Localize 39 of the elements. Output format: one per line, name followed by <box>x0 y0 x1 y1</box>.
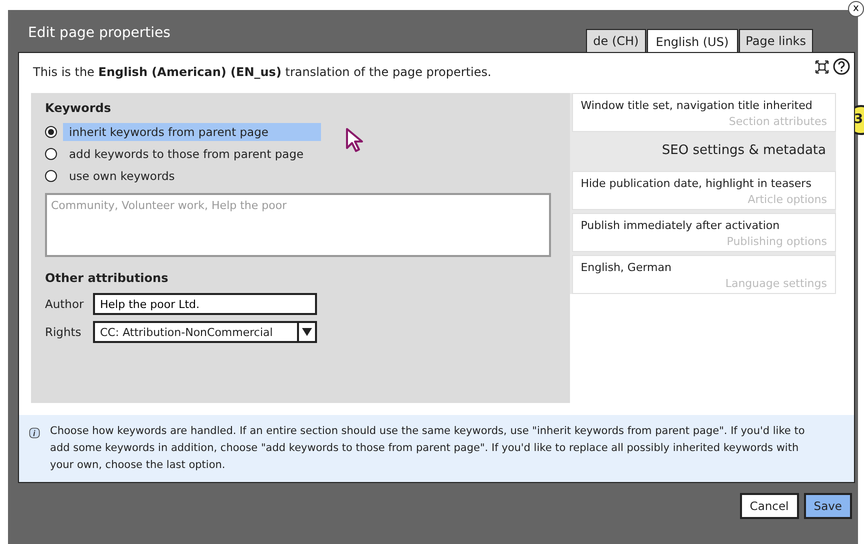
section-summary: Hide publication date, highlight in teasers <box>580 177 812 190</box>
radio-button[interactable] <box>45 126 57 138</box>
field-label: Rights <box>45 325 82 339</box>
cursor-icon <box>345 127 363 153</box>
help-icon[interactable] <box>833 58 850 75</box>
keywords-field[interactable]: Community, Volunteer work, Help the poor <box>45 193 551 257</box>
section-card[interactable]: Hide publication date, highlight in teasers Article options <box>572 171 836 210</box>
section-summary: Window title set, navigation title inherited <box>580 99 814 112</box>
tab[interactable]: Page links <box>738 29 813 52</box>
section-header: SEO settings & metadata <box>660 142 827 160</box>
section-card[interactable]: Publish immediately after activation Publishing options <box>572 213 836 252</box>
radio-button[interactable] <box>45 148 57 160</box>
section-title: Section attributes <box>728 115 827 128</box>
section-summary: Publish immediately after activation <box>580 219 781 232</box>
intro-text: This is the English (American) (EN_us) translation of the page properties. <box>32 64 492 81</box>
field-label: Author <box>45 297 85 311</box>
section-heading: Other attributions <box>45 271 170 285</box>
radio-label[interactable]: add keywords to those from parent page <box>63 145 321 163</box>
radio-label[interactable]: inherit keywords from parent page <box>63 123 321 141</box>
dialog-button[interactable]: Save <box>804 493 852 519</box>
tab[interactable]: de (CH) <box>586 29 646 52</box>
tab[interactable]: English (US) <box>646 29 738 52</box>
section-card[interactable]: Window title set, navigation title inherited Section attributes <box>572 93 836 132</box>
section-card[interactable]: English, German Language settings <box>572 255 836 294</box>
close-button[interactable]: x <box>848 1 864 17</box>
radio-label[interactable]: use own keywords <box>63 167 321 185</box>
expand-icon[interactable] <box>815 60 829 74</box>
section-title: Article options <box>746 193 827 206</box>
section-title: Publishing options <box>726 235 827 248</box>
section-heading: Keywords <box>45 101 112 115</box>
dialog-button[interactable]: Cancel <box>740 493 799 519</box>
section-title: Language settings <box>724 277 827 290</box>
caret-icon <box>302 328 312 336</box>
radio-button[interactable] <box>45 170 57 182</box>
rights-dropdown[interactable]: CC: Attribution-NonCommercial <box>93 321 317 343</box>
section-summary: English, German <box>580 261 672 274</box>
info-text: Choose how keywords are handled. If an entire section should use the same keywords, use "inherit keywords from parent page". If you'd like to add some keywords in addition, choose "add keywords to those from parent page". If you'd like to replace all possibly inherited keywords with your own, choose the last option. <box>50 424 806 473</box>
author-field[interactable]: Help the poor Ltd. <box>93 293 317 315</box>
window-title: Edit page properties <box>27 25 170 41</box>
